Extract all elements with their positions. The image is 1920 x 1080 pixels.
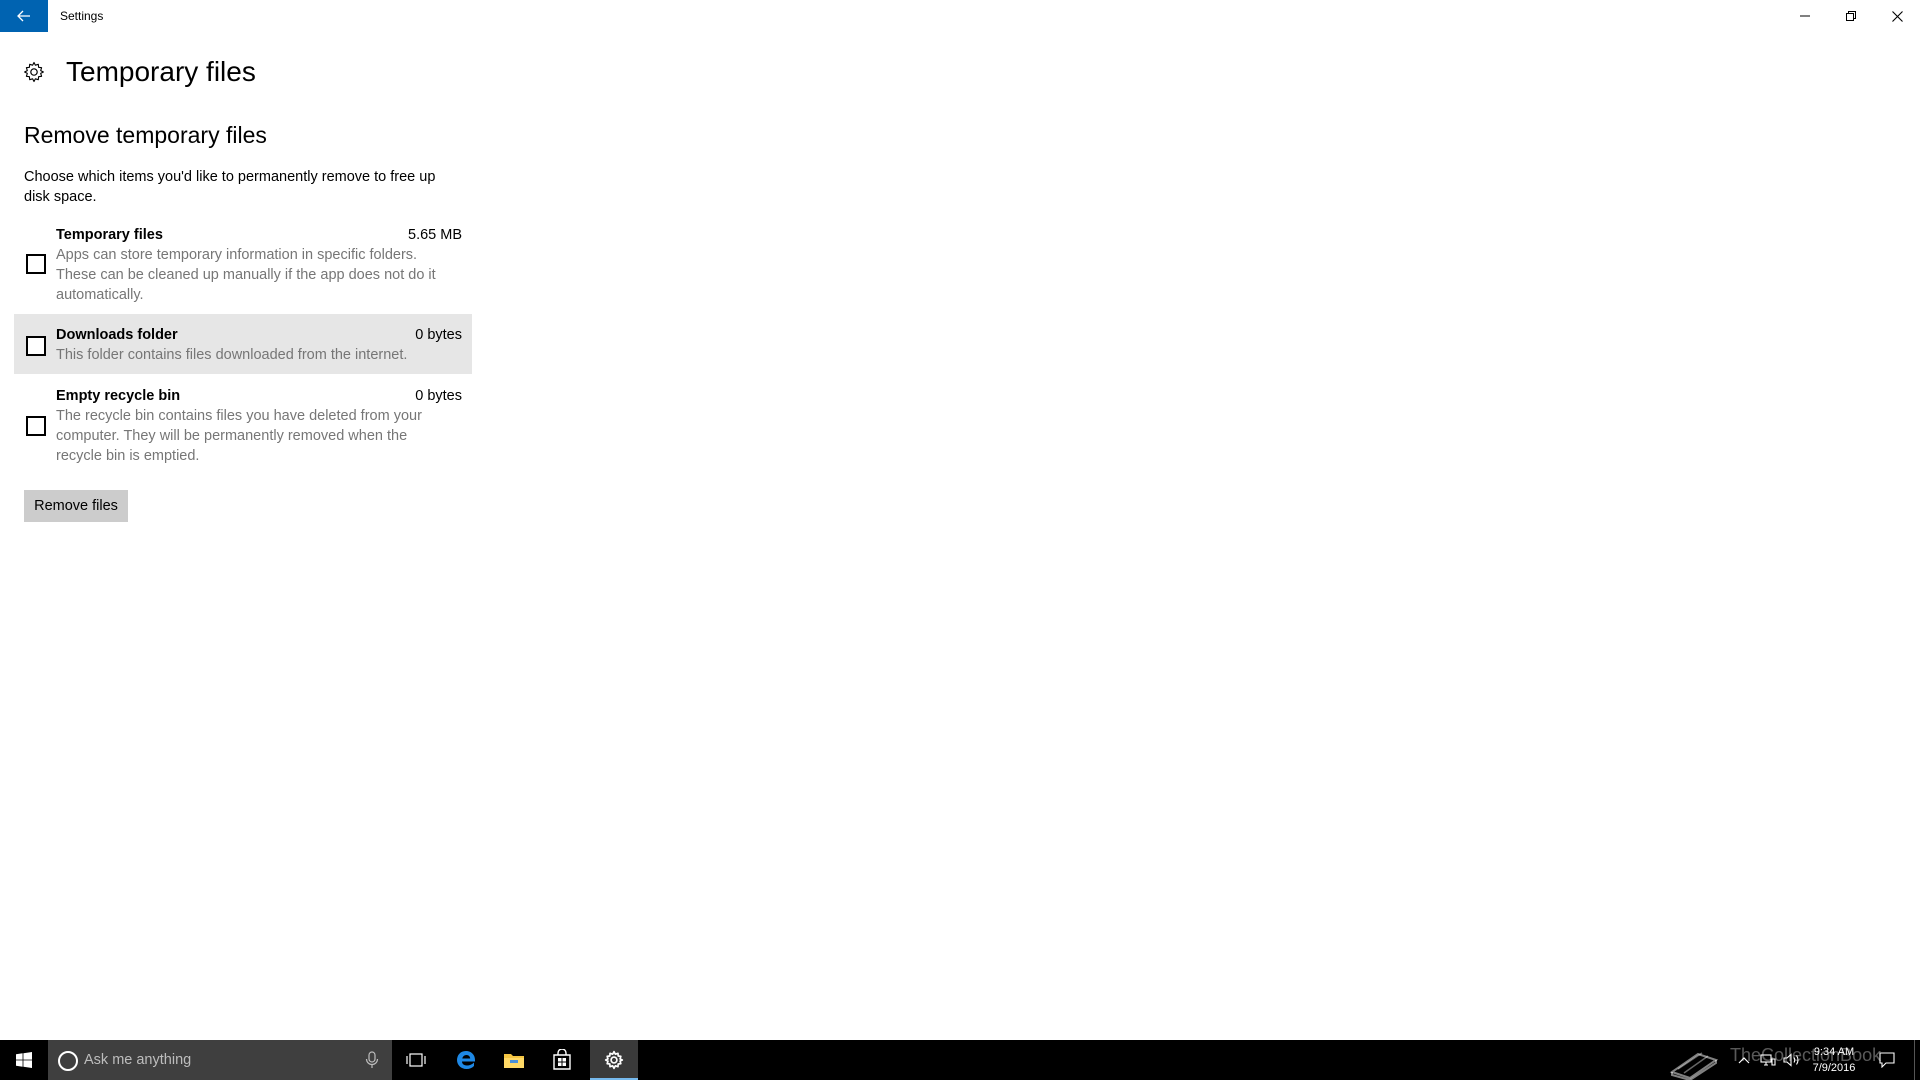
start-icon	[16, 1052, 32, 1068]
clock-time: 9:34 AM	[1813, 1046, 1855, 1058]
item-name: Empty recycle bin	[56, 388, 181, 404]
action-center-icon	[1879, 1052, 1895, 1068]
show-hidden-icons-button[interactable]	[1734, 1040, 1754, 1080]
item-description: Apps can store temporary information in …	[56, 247, 436, 303]
downloads-folder-item[interactable]: Downloads folder 0 bytes This folder con…	[14, 314, 472, 374]
item-size: 0 bytes	[415, 327, 462, 343]
gear-icon	[24, 61, 44, 83]
downloads-folder-checkbox[interactable]	[26, 336, 46, 356]
empty-recycle-bin-item[interactable]: Empty recycle bin 0 bytes The recycle bi…	[14, 382, 472, 468]
start-button[interactable]	[0, 1040, 48, 1080]
cortana-icon	[58, 1051, 78, 1071]
edge-button[interactable]	[442, 1040, 490, 1080]
empty-recycle-bin-checkbox[interactable]	[26, 416, 46, 436]
page-title: Temporary files	[66, 56, 256, 87]
network-button[interactable]	[1756, 1040, 1780, 1080]
item-name: Temporary files	[56, 227, 163, 243]
minimize-icon	[1800, 15, 1810, 17]
book-logo-icon	[1669, 1052, 1719, 1080]
settings-icon	[604, 1050, 624, 1070]
item-name: Downloads folder	[56, 327, 178, 343]
item-size: 5.65 MB	[408, 227, 462, 243]
clock[interactable]: 9:34 AM 7/9/2016	[1806, 1044, 1862, 1076]
store-icon	[553, 1049, 571, 1070]
edge-icon	[457, 1051, 475, 1069]
task-view-button[interactable]	[392, 1040, 440, 1080]
store-button[interactable]	[538, 1040, 586, 1080]
title-bar: Settings	[0, 0, 1920, 32]
back-arrow-icon	[17, 10, 30, 22]
minimize-button[interactable]	[1782, 0, 1828, 32]
back-button[interactable]	[0, 0, 48, 32]
file-explorer-icon	[504, 1054, 524, 1068]
task-view-icon	[406, 1053, 426, 1067]
volume-icon	[1783, 1053, 1799, 1067]
search-placeholder: Ask me anything	[84, 1052, 192, 1068]
section-description: Choose which items you'd like to permane…	[24, 169, 436, 205]
item-size: 0 bytes	[415, 388, 462, 404]
file-explorer-button[interactable]	[490, 1040, 538, 1080]
restore-icon	[1846, 11, 1856, 21]
taskbar: Ask me anything TheCollectionBook 9:34 A…	[0, 1040, 1920, 1080]
settings-taskbar-button[interactable]	[590, 1040, 638, 1080]
close-button[interactable]	[1874, 0, 1920, 32]
action-center-button[interactable]	[1872, 1040, 1902, 1080]
settings-window: Settings Temporary files Remove temporar…	[0, 0, 1920, 1040]
window-title: Settings	[60, 9, 104, 23]
temporary-files-item[interactable]: Temporary files 5.65 MB Apps can store t…	[14, 222, 472, 308]
temporary-files-checkbox[interactable]	[26, 254, 46, 274]
remove-files-button[interactable]: Remove files	[24, 490, 128, 522]
show-desktop-button[interactable]	[1914, 1040, 1915, 1080]
search-box[interactable]: Ask me anything	[48, 1040, 392, 1080]
chevron-up-icon	[1738, 1057, 1750, 1064]
volume-button[interactable]	[1780, 1040, 1804, 1080]
item-description: This folder contains files downloaded fr…	[56, 347, 408, 363]
microphone-icon[interactable]	[364, 1051, 380, 1069]
restore-button[interactable]	[1828, 0, 1874, 32]
clock-date: 7/9/2016	[1812, 1062, 1856, 1074]
section-title: Remove temporary files	[24, 122, 267, 148]
item-description: The recycle bin contains files you have …	[56, 408, 422, 464]
close-icon	[1891, 10, 1903, 22]
network-icon	[1760, 1054, 1776, 1066]
